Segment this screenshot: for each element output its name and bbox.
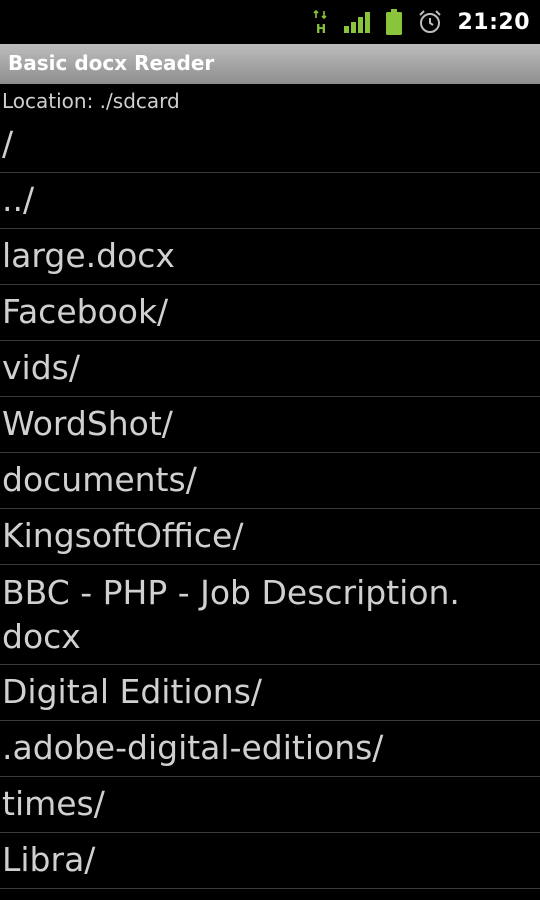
file-list-item[interactable]: ../ — [0, 173, 540, 229]
file-list-item[interactable]: .adobe-digital-editions/ — [0, 721, 540, 777]
file-list-item[interactable]: documents/ — [0, 453, 540, 509]
file-list-item[interactable]: BBC - PHP - Job Description. docx — [0, 565, 540, 665]
hspa-data-icon: H — [313, 9, 329, 35]
battery-icon — [385, 8, 403, 36]
file-list-item[interactable]: Digital Editions/ — [0, 665, 540, 721]
alarm-clock-icon — [417, 9, 443, 35]
app-title: Basic docx Reader — [8, 51, 215, 75]
file-list-item[interactable]: vids/ — [0, 341, 540, 397]
file-list-item[interactable]: Libra/ — [0, 833, 540, 889]
file-list-item[interactable]: KingsoftOffice/ — [0, 509, 540, 565]
file-list-item[interactable]: WordShot/ — [0, 397, 540, 453]
file-list-item[interactable]: / — [0, 117, 540, 173]
file-list-item[interactable]: large.docx — [0, 229, 540, 285]
network-label: H — [316, 22, 326, 35]
status-bar: H 21:20 — [0, 0, 540, 44]
app-title-bar: Basic docx Reader — [0, 44, 540, 84]
file-list: / ../ large.docx Facebook/ vids/ WordSho… — [0, 117, 540, 889]
file-list-item[interactable]: Facebook/ — [0, 285, 540, 341]
file-list-item[interactable]: times/ — [0, 777, 540, 833]
status-clock: 21:20 — [457, 9, 530, 35]
signal-strength-icon — [343, 10, 371, 34]
location-label: Location: ./sdcard — [2, 89, 180, 113]
status-icons: H 21:20 — [313, 0, 530, 44]
